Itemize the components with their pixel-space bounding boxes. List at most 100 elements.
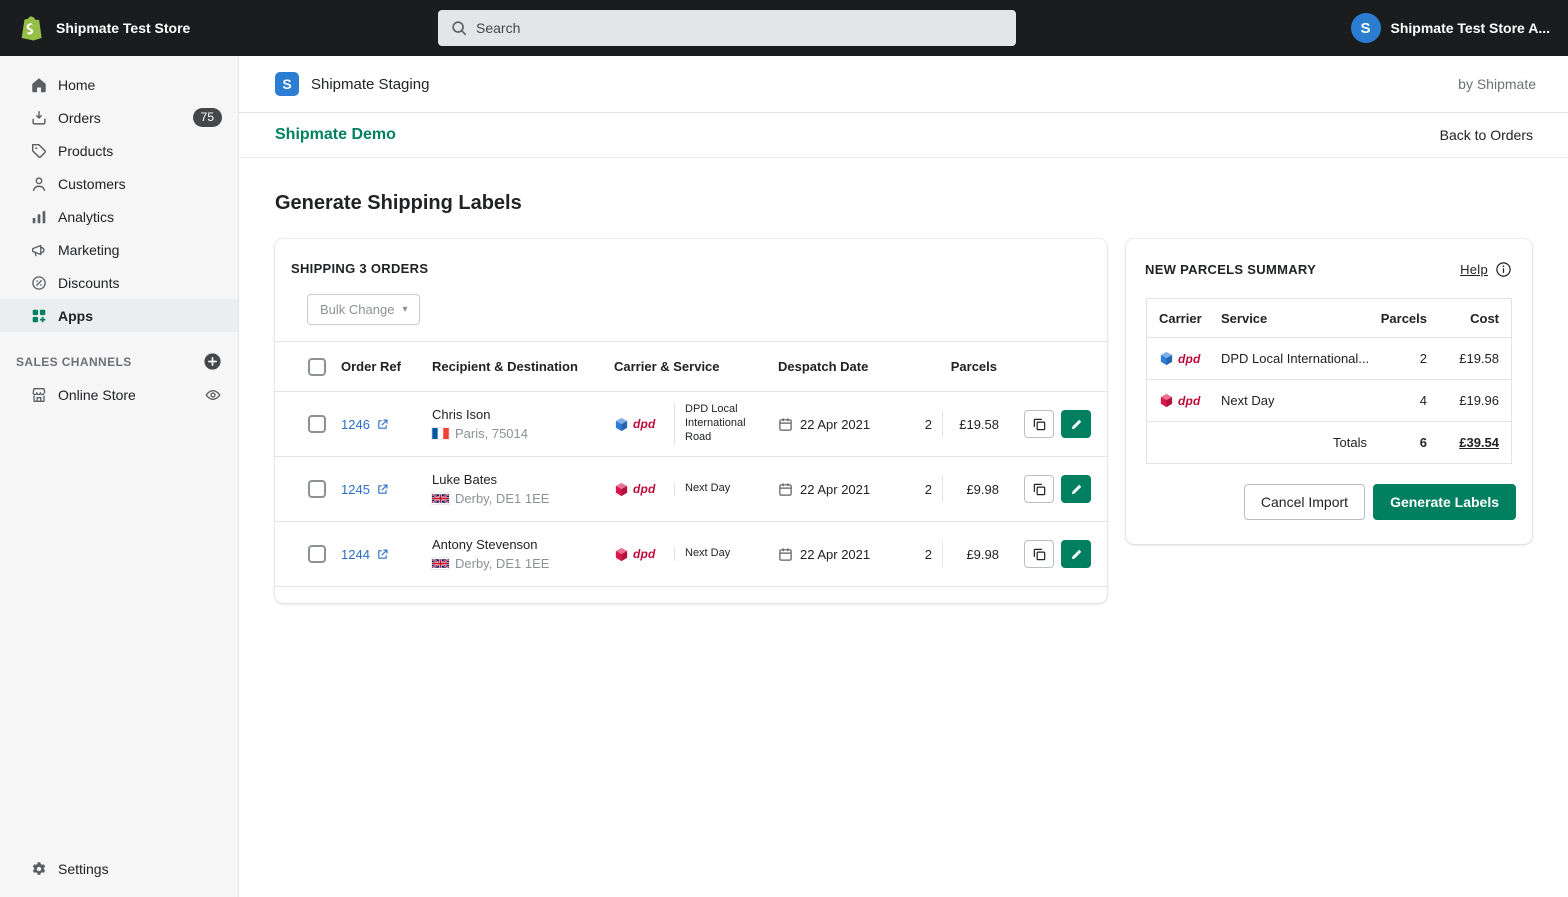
avatar: S bbox=[1350, 13, 1381, 43]
copy-button[interactable] bbox=[1024, 540, 1054, 568]
megaphone-icon bbox=[30, 241, 48, 259]
recipient-name: Luke Bates bbox=[432, 472, 498, 487]
copy-button[interactable] bbox=[1024, 410, 1054, 438]
store-name: Shipmate Test Store bbox=[56, 20, 191, 36]
storefront-icon bbox=[30, 386, 48, 404]
summary-table: Carrier Service Parcels Cost dpd DPD Loc… bbox=[1146, 298, 1512, 464]
app-title: Shipmate Staging bbox=[311, 75, 430, 93]
sidebar-item-apps[interactable]: Apps bbox=[0, 299, 238, 332]
divider bbox=[942, 411, 943, 437]
parcel-cost: £9.98 bbox=[966, 546, 999, 562]
edit-button[interactable] bbox=[1061, 475, 1091, 503]
orders-table-header: Order Ref Recipient & Destination Carrie… bbox=[275, 341, 1107, 391]
discount-icon bbox=[30, 274, 48, 292]
home-icon bbox=[30, 76, 48, 94]
sub-header: Shipmate Demo Back to Orders bbox=[239, 113, 1568, 158]
person-icon bbox=[30, 175, 48, 193]
cancel-import-button[interactable]: Cancel Import bbox=[1243, 484, 1366, 520]
despatch-date-field[interactable]: 22 Apr 2021 bbox=[778, 417, 898, 432]
sidebar: Home Orders 75 Products Customers Analyt… bbox=[0, 56, 239, 897]
parcel-count: 2 bbox=[924, 546, 932, 562]
dpd-wordmark: dpd bbox=[633, 547, 656, 561]
store-home-link[interactable]: Shipmate Test Store bbox=[0, 13, 190, 43]
totals-parcels: 6 bbox=[1419, 435, 1427, 450]
sidebar-item-label: Settings bbox=[58, 860, 109, 877]
edit-button[interactable] bbox=[1061, 540, 1091, 568]
sidebar-item-analytics[interactable]: Analytics bbox=[0, 200, 238, 233]
parcel-cost: £19.58 bbox=[959, 416, 999, 432]
edit-button[interactable] bbox=[1061, 410, 1091, 438]
order-checkbox[interactable] bbox=[308, 480, 326, 498]
order-ref-link[interactable]: 1246 bbox=[341, 417, 370, 432]
parcel-cube-blue-icon bbox=[1159, 351, 1174, 366]
summary-cost: £19.96 bbox=[1459, 393, 1499, 408]
page-title: Generate Shipping Labels bbox=[275, 192, 522, 214]
help-link[interactable]: Help bbox=[1460, 261, 1512, 278]
sidebar-item-online-store[interactable]: Online Store bbox=[0, 378, 238, 411]
summary-parcels: 4 bbox=[1419, 393, 1427, 408]
search-input[interactable] bbox=[476, 20, 1004, 36]
sidebar-item-label: Marketing bbox=[58, 241, 120, 258]
calendar-icon bbox=[778, 482, 793, 497]
sidebar-item-marketing[interactable]: Marketing bbox=[0, 233, 238, 266]
despatch-date: 22 Apr 2021 bbox=[800, 416, 871, 432]
sidebar-item-customers[interactable]: Customers bbox=[0, 167, 238, 200]
flag-france-icon bbox=[432, 428, 449, 439]
sidebar-item-orders[interactable]: Orders 75 bbox=[0, 101, 238, 134]
dpd-wordmark: dpd bbox=[1178, 351, 1201, 366]
orders-icon bbox=[30, 109, 48, 127]
copy-button[interactable] bbox=[1024, 475, 1054, 503]
column-recipient: Recipient & Destination bbox=[432, 359, 578, 374]
generate-labels-button[interactable]: Generate Labels bbox=[1373, 484, 1516, 520]
topbar: Shipmate Test Store S Shipmate Test Stor… bbox=[0, 0, 1568, 56]
eye-icon[interactable] bbox=[204, 386, 222, 404]
bulk-change-button[interactable]: Bulk Change ▾ bbox=[307, 294, 421, 325]
despatch-date-field[interactable]: 22 Apr 2021 bbox=[778, 482, 898, 497]
back-to-orders-link[interactable]: Back to Orders bbox=[1440, 127, 1533, 143]
help-label: Help bbox=[1460, 262, 1488, 277]
sidebar-item-label: Customers bbox=[58, 175, 126, 192]
service-name: Next Day bbox=[674, 482, 730, 496]
sidebar-item-label: Home bbox=[58, 76, 96, 93]
summary-parcels: 2 bbox=[1419, 351, 1427, 366]
sidebar-item-label: Analytics bbox=[58, 208, 115, 225]
column-parcels: Parcels bbox=[1380, 310, 1427, 326]
divider bbox=[942, 541, 943, 567]
order-checkbox[interactable] bbox=[308, 545, 326, 563]
column-parcels: Parcels bbox=[950, 359, 997, 374]
sidebar-item-label: Discounts bbox=[58, 274, 120, 291]
select-all-checkbox[interactable] bbox=[308, 357, 326, 376]
sidebar-item-settings[interactable]: Settings bbox=[0, 852, 238, 885]
order-ref-link[interactable]: 1245 bbox=[341, 482, 370, 497]
orders-table: Order Ref Recipient & Destination Carrie… bbox=[275, 341, 1107, 587]
parcel-cost: £9.98 bbox=[966, 481, 999, 497]
global-search[interactable] bbox=[438, 10, 1016, 46]
external-link-icon bbox=[376, 483, 389, 496]
shipmate-demo-link[interactable]: Shipmate Demo bbox=[275, 126, 396, 144]
account-name: Shipmate Test Store A... bbox=[1390, 20, 1550, 36]
app-header: S Shipmate Staging by Shipmate bbox=[239, 56, 1568, 113]
sidebar-item-discounts[interactable]: Discounts bbox=[0, 266, 238, 299]
sidebar-item-label: Apps bbox=[58, 307, 93, 324]
destination: Derby, DE1 1EE bbox=[455, 556, 550, 571]
account-menu[interactable]: S Shipmate Test Store A... bbox=[1350, 13, 1568, 43]
order-ref-link[interactable]: 1244 bbox=[341, 547, 370, 562]
add-sales-channel-button[interactable] bbox=[203, 352, 222, 371]
app-byline: by Shipmate bbox=[1458, 76, 1536, 92]
calendar-icon bbox=[778, 547, 793, 562]
sidebar-item-home[interactable]: Home bbox=[0, 68, 238, 101]
shipping-orders-card: SHIPPING 3 ORDERS Bulk Change ▾ Order Re… bbox=[275, 239, 1107, 603]
recipient-name: Chris Ison bbox=[432, 407, 491, 422]
column-cost: Cost bbox=[1470, 310, 1499, 326]
sidebar-item-products[interactable]: Products bbox=[0, 134, 238, 167]
service-name: DPD Local International Road bbox=[674, 403, 760, 445]
sidebar-item-label: Online Store bbox=[58, 386, 136, 403]
summary-row: dpd Next Day 4 £19.96 bbox=[1147, 379, 1511, 421]
summary-totals-row: Totals 6 £39.54 bbox=[1147, 421, 1511, 463]
despatch-date-field[interactable]: 22 Apr 2021 bbox=[778, 547, 898, 562]
summary-table-header: Carrier Service Parcels Cost bbox=[1147, 299, 1511, 337]
summary-card-title: NEW PARCELS SUMMARY bbox=[1145, 262, 1317, 277]
summary-cost: £19.58 bbox=[1459, 351, 1499, 366]
order-checkbox[interactable] bbox=[308, 415, 326, 433]
bulk-change-label: Bulk Change bbox=[320, 302, 395, 317]
